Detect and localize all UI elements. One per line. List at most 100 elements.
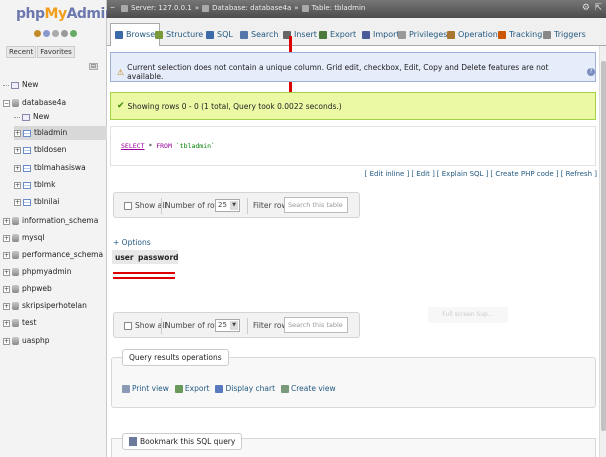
tab-triggers[interactable]: Triggers [539, 23, 590, 46]
home-icon[interactable] [34, 30, 41, 37]
success-notice: ✔ Showing rows 0 - 0 (1 total, Query too… [110, 92, 596, 120]
create-view-link[interactable]: Create view [281, 384, 336, 393]
scrollbar-thumb[interactable] [601, 61, 606, 431]
phpmyadmin-logo[interactable]: phpMyAdmin [16, 6, 115, 22]
expand-icon[interactable]: + [14, 164, 21, 172]
expand-icon[interactable]: + [3, 251, 10, 259]
export-link[interactable]: Export [174, 384, 209, 393]
minimize-icon[interactable]: – [110, 2, 115, 13]
server-icon [121, 4, 128, 12]
tree-item[interactable]: + tblmahasiswa [14, 161, 86, 175]
filter-rows-input[interactable]: Search this table [284, 197, 348, 213]
sql-select-keyword[interactable]: SELECT [121, 142, 144, 150]
export-icon [174, 384, 183, 393]
explain-sql-link[interactable]: [ Explain SQL ] [437, 170, 489, 178]
show-all-checkbox[interactable] [124, 322, 132, 330]
check-icon: ✔ [117, 101, 125, 111]
database-icon [12, 234, 19, 242]
tree-item-label[interactable]: mysql [22, 231, 45, 245]
logout-icon[interactable] [43, 30, 50, 37]
expand-icon[interactable]: + [3, 217, 10, 225]
gear-icon[interactable]: ⚙ [582, 3, 590, 13]
tree-item[interactable]: + tbladmin [14, 126, 107, 140]
tree-item-label[interactable]: uasphp [22, 334, 50, 348]
scrollbar[interactable] [599, 46, 606, 457]
tree-item[interactable]: + information_schema [3, 214, 98, 228]
tab-label: Insert [294, 29, 317, 39]
tree-item-label[interactable]: New [22, 78, 38, 92]
tree-item[interactable]: + phpmyadmin [3, 265, 72, 279]
refresh-link[interactable]: [ Refresh ] [561, 170, 597, 178]
tree-item-label[interactable]: tblnilai [34, 195, 59, 209]
expand-icon[interactable]: + [3, 337, 10, 345]
tree-item-label[interactable]: tbldosen [34, 143, 66, 157]
expand-icon[interactable]: + [3, 285, 10, 293]
bookmark-legend[interactable]: Bookmark this SQL query [122, 433, 243, 450]
tree-item-label[interactable]: phpmyadmin [22, 265, 72, 279]
tab-sql[interactable]: SQL [202, 23, 237, 46]
sql-query: SELECT * FROM `tbladmin` [121, 142, 215, 150]
breadcrumb: – Server: 127.0.0.1 » Database: database… [107, 0, 606, 18]
query-window-icon[interactable] [52, 30, 59, 37]
expand-icon[interactable]: + [3, 234, 10, 242]
column-header-user[interactable]: user [115, 253, 134, 262]
table-icon [301, 4, 309, 12]
tree-item[interactable]: + skripsiperhotelan [3, 299, 87, 313]
tree-item-label[interactable]: test [22, 316, 36, 330]
tree-item[interactable]: − database4a [3, 96, 66, 110]
expand-icon[interactable]: + [3, 268, 10, 276]
filter-rows-input[interactable]: Search this table [284, 317, 348, 333]
tree-item-label[interactable]: skripsiperhotelan [22, 299, 87, 313]
tree-item-label[interactable]: performance_schema [22, 248, 103, 262]
breadcrumb-database[interactable]: Database: database4a [212, 4, 291, 12]
tree-item[interactable]: + tblnilai [14, 195, 59, 209]
settings-icon[interactable] [70, 30, 77, 37]
expand-icon[interactable]: − [3, 99, 10, 107]
tree-item[interactable]: + test [3, 316, 36, 330]
display-chart-link[interactable]: Display chart [215, 384, 275, 393]
tree-item-label[interactable]: New [33, 110, 49, 124]
column-header-password[interactable]: password [138, 253, 179, 262]
expand-icon[interactable]: + [3, 319, 10, 327]
tree-item[interactable]: + mysql [3, 231, 45, 245]
tree-item-label[interactable]: database4a [22, 96, 66, 110]
breadcrumb-table[interactable]: Table: tbladmin [312, 4, 366, 12]
edit-link[interactable]: [ Edit ] [411, 170, 434, 178]
recent-tab[interactable]: Recent [6, 46, 37, 58]
collapse-all-icon[interactable]: ⊟ [89, 63, 98, 70]
tree-item[interactable]: + performance_schema [3, 248, 103, 262]
help-icon[interactable]: ? [587, 68, 595, 76]
tree-item-label[interactable]: tblmk [34, 178, 55, 192]
tree-item-label[interactable]: tbladmin [34, 126, 67, 140]
docs-icon[interactable] [61, 30, 68, 37]
tree-item-label[interactable]: phpweb [22, 282, 52, 296]
edit-inline-link[interactable]: [ Edit inline ] [365, 170, 410, 178]
expand-icon[interactable]: + [14, 146, 21, 154]
tab-structure[interactable]: Structure [151, 23, 207, 46]
tree-item[interactable]: + tbldosen [14, 143, 66, 157]
rows-select[interactable]: 25 ▼ [215, 319, 240, 332]
collapse-icon[interactable]: ⇱ [594, 3, 602, 13]
create-php-code-link[interactable]: [ Create PHP code ] [490, 170, 558, 178]
tree-item[interactable]: New [3, 78, 38, 92]
expand-icon[interactable]: + [14, 198, 21, 206]
tree-item[interactable]: + phpweb [3, 282, 52, 296]
expand-icon[interactable]: + [14, 129, 21, 137]
tree-item-label[interactable]: tblmahasiswa [34, 161, 86, 175]
tab-search[interactable]: Search [236, 23, 282, 46]
tree-item[interactable]: New [14, 110, 49, 124]
redacted-row [113, 272, 175, 279]
expand-icon[interactable]: + [14, 181, 21, 189]
table-icon [23, 164, 31, 172]
favorites-tab[interactable]: Favorites [37, 46, 75, 58]
breadcrumb-server[interactable]: Server: 127.0.0.1 [131, 4, 192, 12]
print-view-link[interactable]: Print view [122, 384, 169, 393]
rows-select[interactable]: 25 ▼ [215, 199, 240, 212]
tree-item[interactable]: + tblmk [14, 178, 55, 192]
options-link[interactable]: + Options [113, 238, 151, 247]
show-all-checkbox[interactable] [124, 202, 132, 210]
tab-export[interactable]: Export [315, 23, 360, 46]
tree-item[interactable]: + uasphp [3, 334, 50, 348]
expand-icon[interactable]: + [3, 302, 10, 310]
tree-item-label[interactable]: information_schema [22, 214, 98, 228]
